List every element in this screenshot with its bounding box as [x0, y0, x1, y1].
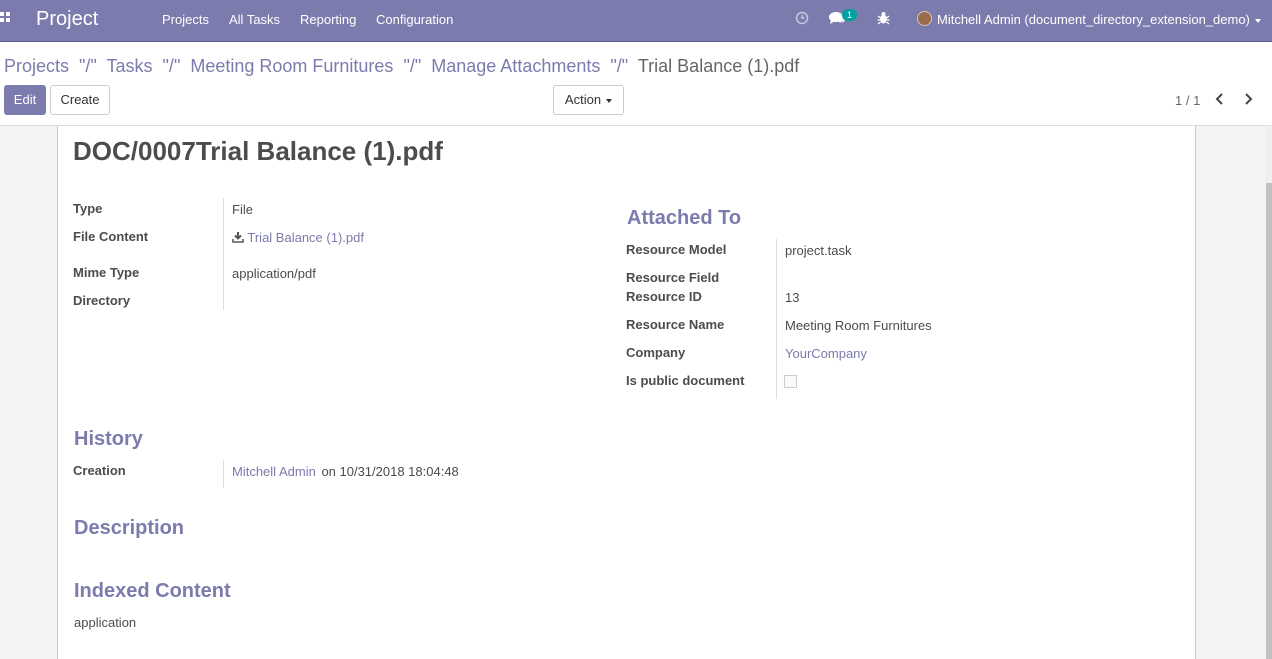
user-avatar[interactable] — [917, 11, 932, 26]
top-navbar: Project Projects All Tasks Reporting Con… — [0, 0, 1272, 42]
resource-id-value: 13 — [785, 290, 800, 305]
breadcrumb-separator: "/" — [610, 56, 629, 76]
scrollbar-thumb[interactable] — [1266, 183, 1272, 659]
resource-name-value: Meeting Room Furnitures — [785, 318, 932, 333]
company-label: Company — [626, 345, 686, 360]
breadcrumb-separator: "/" — [403, 56, 422, 76]
resource-name-label: Resource Name — [626, 317, 725, 332]
breadcrumb: Projects "/" Tasks "/" Meeting Room Furn… — [4, 56, 799, 77]
file-download-link[interactable]: Trial Balance (1).pdf — [232, 230, 364, 245]
menu-reporting[interactable]: Reporting — [300, 12, 356, 27]
indexed-content-value: application — [74, 615, 137, 630]
message-count-badge: 1 — [842, 9, 858, 21]
user-menu[interactable]: Mitchell Admin (document_directory_exten… — [937, 12, 1250, 27]
description-title: Description — [74, 517, 185, 539]
download-icon — [232, 232, 244, 243]
record-title: DOC/0007Trial Balance (1).pdf — [73, 136, 443, 166]
directory-label: Directory — [73, 293, 131, 308]
resource-field-label: Resource Field — [626, 270, 720, 285]
menu-all-tasks[interactable]: All Tasks — [229, 12, 280, 27]
chevron-left-icon[interactable] — [1214, 92, 1228, 108]
menu-configuration[interactable]: Configuration — [376, 12, 453, 27]
creator-link[interactable]: Mitchell Admin — [232, 464, 316, 479]
user-caret-icon[interactable] — [1255, 19, 1261, 23]
bug-icon[interactable] — [877, 11, 890, 28]
breadcrumb-separator: "/" — [79, 56, 97, 76]
attached-to-title: Attached To — [627, 207, 742, 229]
apps-icon[interactable] — [0, 12, 12, 26]
clock-icon[interactable] — [795, 11, 809, 28]
breadcrumb-current: Trial Balance (1).pdf — [637, 56, 800, 76]
type-label: Type — [73, 201, 103, 216]
action-label: Action — [564, 92, 602, 107]
type-value: File — [232, 202, 253, 217]
breadcrumb-separator: "/" — [162, 56, 181, 76]
company-link[interactable]: YourCompany — [785, 346, 867, 361]
creation-value: Mitchell Admin on 10/31/2018 18:04:48 — [232, 464, 459, 479]
menu-projects[interactable]: Projects — [162, 12, 209, 27]
resource-model-value: project.task — [785, 243, 852, 258]
chevron-right-icon[interactable] — [1242, 92, 1256, 108]
breadcrumb-attachments[interactable]: Manage Attachments — [431, 56, 600, 76]
file-content-label: File Content — [73, 229, 149, 244]
pager-value: 1 / 1 — [1175, 93, 1201, 108]
field-divider — [776, 239, 777, 399]
edit-button[interactable]: Edit — [4, 85, 46, 115]
action-dropdown[interactable]: Action — [553, 85, 624, 115]
public-document-label: Is public document — [626, 373, 745, 388]
field-divider — [223, 198, 224, 310]
creation-date: on 10/31/2018 18:04:48 — [321, 464, 459, 479]
public-document-checkbox[interactable] — [784, 375, 797, 388]
resource-id-label: Resource ID — [626, 289, 702, 304]
mime-type-label: Mime Type — [73, 265, 140, 280]
file-name-link[interactable]: Trial Balance (1).pdf — [247, 230, 364, 245]
caret-down-icon — [606, 98, 613, 103]
app-name: Project — [36, 8, 99, 30]
mime-type-value: application/pdf — [232, 266, 316, 281]
create-button[interactable]: Create — [50, 85, 110, 115]
indexed-content-title: Indexed Content — [74, 580, 231, 602]
field-divider — [223, 460, 224, 488]
breadcrumb-tasks[interactable]: Tasks — [107, 56, 153, 76]
breadcrumb-task[interactable]: Meeting Room Furnitures — [190, 56, 393, 76]
breadcrumb-projects[interactable]: Projects — [4, 56, 69, 76]
history-title: History — [74, 428, 143, 450]
resource-model-label: Resource Model — [626, 242, 727, 257]
creation-label: Creation — [73, 463, 126, 478]
